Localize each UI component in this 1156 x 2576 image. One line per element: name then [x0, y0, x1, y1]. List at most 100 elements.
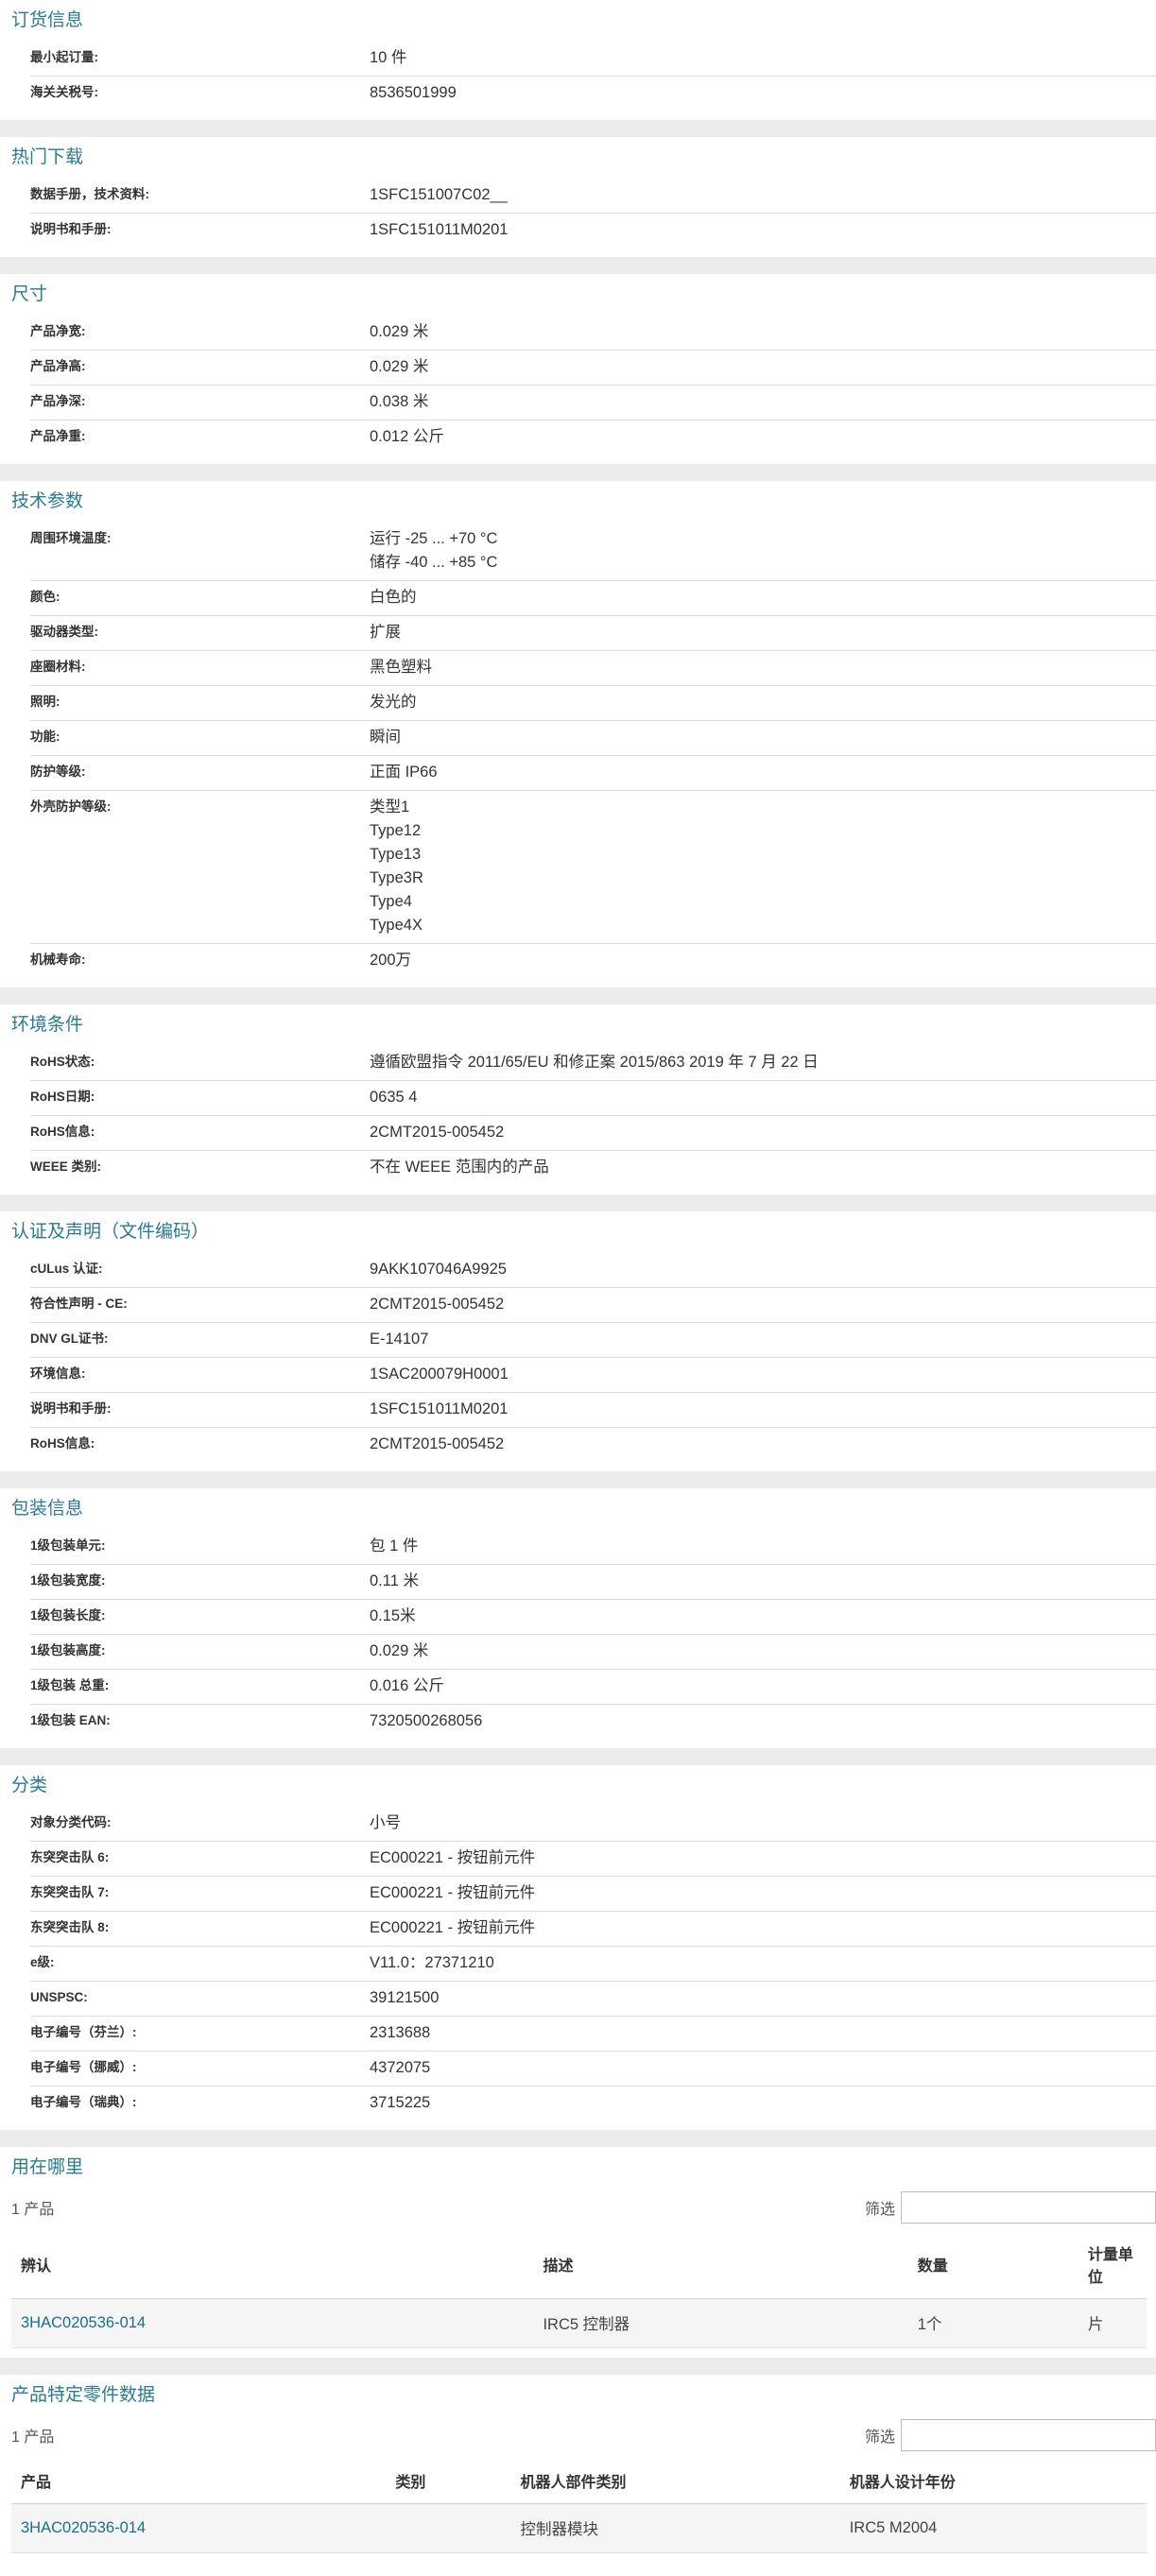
- spec-value: 1SFC151011M0201: [370, 1400, 509, 1417]
- column-header-category[interactable]: 类别: [386, 2458, 511, 2504]
- filter-input[interactable]: [901, 2191, 1156, 2224]
- spec-row: e级: V11.0：27371210: [30, 1947, 1156, 1982]
- spec-label: 环境信息:: [30, 1366, 86, 1381]
- category-cell: [386, 2503, 511, 2553]
- section-title: 产品特定零件数据: [11, 2385, 156, 2405]
- spec-row: 产品净宽: 0.029 米: [30, 316, 1156, 351]
- spec-value: 0.029 米: [370, 358, 429, 375]
- section-title: 包装信息: [11, 1499, 84, 1519]
- column-header-quantity[interactable]: 数量: [907, 2230, 1078, 2299]
- spec-label: RoHS日期:: [30, 1090, 95, 1104]
- spec-value-line: Type3R: [370, 869, 423, 886]
- filter-input[interactable]: [901, 2419, 1156, 2451]
- spec-row: WEEE 类别: 不在 WEEE 范围内的产品: [30, 1151, 1156, 1185]
- spec-row: 1级包装高度: 0.029 米: [30, 1635, 1156, 1670]
- spec-value: 0.11 米: [370, 1572, 419, 1589]
- spec-row: 防护等级: 正面 IP66: [30, 756, 1156, 791]
- spec-value: 8536501999: [370, 84, 457, 101]
- spec-row: 符合性声明 - CE: 2CMT2015-005452: [30, 1288, 1156, 1323]
- spec-value: 2CMT2015-005452: [370, 1124, 505, 1141]
- filter: 筛选: [865, 2191, 1156, 2224]
- spec-label: 东突突击队 7:: [30, 1885, 110, 1899]
- spec-row: 海关关税号: 8536501999: [30, 77, 1156, 111]
- column-header-design-year[interactable]: 机器人设计年份: [839, 2458, 1147, 2504]
- table-header-row: 辨认 描述 数量 计量单位: [11, 2230, 1147, 2299]
- spec-value: V11.0：27371210: [370, 1954, 494, 1971]
- product-link[interactable]: 3HAC020536-014: [21, 2519, 146, 2536]
- certifications-section: 认证及声明（文件编码） cULus 认证: 9AKK107046A9925 符合性声明…: [0, 1211, 1156, 1471]
- spec-label: 机械寿命:: [30, 953, 86, 967]
- spec-label: UNSPSC:: [30, 1990, 88, 2004]
- spec-label: 1级包装宽度:: [30, 1573, 106, 1588]
- spec-row: RoHS信息: 2CMT2015-005452: [30, 1428, 1156, 1462]
- spec-row: 1级包装长度: 0.15米: [30, 1600, 1156, 1635]
- spec-value: 1SFC151007C02__: [370, 186, 508, 203]
- classification-section: 分类 对象分类代码: 小号 东突突击队 6: EC000221 - 按钮前元件 东突突击队…: [0, 1765, 1156, 2130]
- spec-value: 遵循欧盟指令 2011/65/EU 和修正案 2015/863 2019 年 7…: [370, 1054, 819, 1071]
- spec-label: WEEE 类别:: [30, 1159, 102, 1174]
- spec-value: 0.029 米: [370, 1642, 429, 1659]
- where-used-table: 辨认 描述 数量 计量单位 3HAC020536-014 IRC5 控制器 1个…: [11, 2230, 1147, 2348]
- column-header-product[interactable]: 产品: [11, 2458, 387, 2504]
- spec-label: 海关关税号:: [30, 85, 98, 99]
- spec-value: 1SFC151011M0201: [370, 221, 509, 238]
- filter-label: 筛选: [864, 2430, 895, 2446]
- spec-value-line: 储存 -40 ... +85 °C: [370, 554, 498, 571]
- column-header-id[interactable]: 辨认: [11, 2230, 534, 2299]
- spec-row: RoHS信息: 2CMT2015-005452: [30, 1116, 1156, 1151]
- spec-label: 电子编号（挪威）:: [30, 2060, 137, 2074]
- downloads-section: 热门下载 数据手册，技术资料: 1SFC151007C02__ 说明书和手册: 1SFC…: [0, 137, 1156, 257]
- spec-row: 产品净高: 0.029 米: [30, 351, 1156, 386]
- spec-row: 1级包装单元: 包 1 件: [30, 1530, 1156, 1565]
- spec-row: 说明书和手册: 1SFC151011M0201: [30, 214, 1156, 248]
- spec-value: 0.029 米: [370, 323, 429, 340]
- ordering-section: 订货信息 最小起订量: 10 件海关关税号: 8536501999: [0, 0, 1156, 120]
- product-count: 1 产品: [11, 2202, 55, 2218]
- spec-value: EC000221 - 按钮前元件: [370, 1849, 536, 1866]
- spec-value-line: Type4: [370, 893, 412, 910]
- spec-value: 0635 4: [370, 1089, 418, 1106]
- spec-row: 驱动器类型: 扩展: [30, 616, 1156, 651]
- spec-row: 机械寿命: 200万: [30, 944, 1156, 978]
- spec-label: 1级包装 EAN:: [30, 1713, 111, 1727]
- where-used-list-header: 1 产品 筛选: [11, 2189, 1156, 2226]
- spec-value-line: 运行 -25 ... +70 °C: [370, 530, 498, 547]
- spec-label: DNV GL证书:: [30, 1331, 109, 1346]
- spec-value: 类型1 Type12 Type13 Type3R Type4 Type4X: [370, 791, 1156, 943]
- spec-value: 发光的: [370, 694, 417, 711]
- spec-value: 7320500268056: [370, 1712, 483, 1729]
- spec-value: 瞬间: [370, 729, 401, 746]
- spec-value: 9AKK107046A9925: [370, 1261, 507, 1278]
- spec-value-line: Type12: [370, 822, 422, 839]
- spec-row: 东突突击队 7: EC000221 - 按钮前元件: [30, 1877, 1156, 1912]
- spec-label: cULus 认证:: [30, 1262, 103, 1276]
- spec-row: 产品净重: 0.012 公斤: [30, 421, 1156, 455]
- spec-row: DNV GL证书: E-14107: [30, 1323, 1156, 1358]
- spec-value: 0.016 公斤: [370, 1677, 444, 1694]
- column-header-part-category[interactable]: 机器人部件类别: [510, 2458, 840, 2504]
- spec-value-line: Type4X: [370, 917, 423, 934]
- spec-row: 环境信息: 1SAC200079H0001: [30, 1358, 1156, 1393]
- product-id-link[interactable]: 3HAC020536-014: [21, 2314, 146, 2331]
- technical-section: 技术参数 周围环境温度: 运行 -25 ... +70 °C 储存 -40 ... +…: [0, 481, 1156, 987]
- spec-row: RoHS状态: 遵循欧盟指令 2011/65/EU 和修正案 2015/863 2…: [30, 1046, 1156, 1081]
- section-title: 环境条件: [11, 1015, 84, 1035]
- spec-value: 0.038 米: [370, 393, 429, 410]
- filter: 筛选: [865, 2419, 1156, 2451]
- spec-label: 符合性声明 - CE:: [30, 1297, 128, 1311]
- spec-row: 说明书和手册: 1SFC151011M0201: [30, 1393, 1156, 1428]
- spec-value: 黑色塑料: [370, 659, 432, 676]
- spec-label: 产品净宽:: [30, 324, 86, 338]
- section-title: 用在哪里: [11, 2157, 84, 2177]
- product-count: 1 产品: [11, 2430, 55, 2446]
- spec-label: 1级包装单元:: [30, 1538, 106, 1553]
- spec-label: 功能:: [30, 730, 60, 744]
- spec-row: 电子编号（瑞典）: 3715225: [30, 2087, 1156, 2121]
- column-header-description[interactable]: 描述: [533, 2230, 908, 2299]
- quantity-cell: 1个: [907, 2298, 1078, 2348]
- spec-value: 39121500: [370, 1989, 440, 2006]
- column-header-unit[interactable]: 计量单位: [1078, 2230, 1147, 2299]
- spec-label: 数据手册，技术资料:: [30, 187, 149, 201]
- product-parts-table: 产品 类别 机器人部件类别 机器人设计年份 3HAC020536-014 控制器…: [11, 2458, 1147, 2553]
- spec-value-line: Type13: [370, 846, 422, 863]
